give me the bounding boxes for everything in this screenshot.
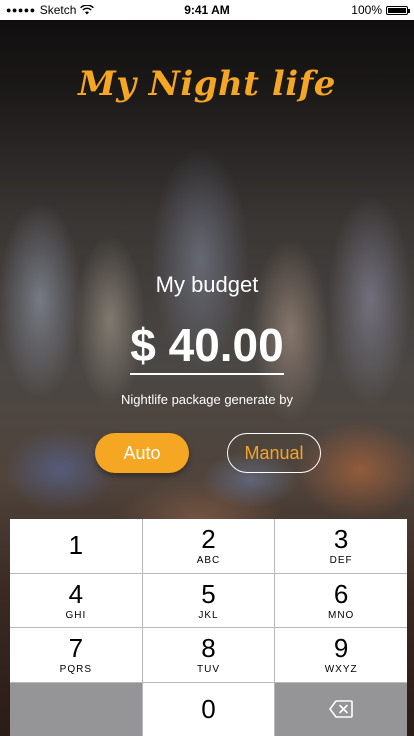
- key-blank: [10, 682, 142, 736]
- backspace-icon: [329, 700, 353, 719]
- key-0[interactable]: 0: [142, 682, 275, 736]
- budget-amount-value: $ 40.00: [130, 319, 284, 375]
- carrier-name: Sketch: [39, 3, 77, 17]
- key-1[interactable]: 1: [10, 519, 142, 573]
- wifi-icon: [80, 5, 95, 15]
- status-bar: ●●●●● Sketch 9:41 AM 100%: [0, 0, 414, 20]
- key-digit: 7: [68, 633, 84, 664]
- key-digit: 3: [333, 524, 349, 555]
- key-digit: 0: [201, 694, 216, 725]
- battery-percent: 100%: [351, 3, 382, 17]
- key-letters: ABC: [196, 555, 221, 567]
- key-digit: 5: [201, 578, 216, 609]
- budget-label: My budget: [155, 272, 259, 297]
- key-digit: 6: [333, 578, 349, 609]
- app-title: My Night life: [78, 64, 336, 104]
- key-6[interactable]: 6 MNO: [275, 573, 407, 627]
- numeric-keypad: 1 2 ABC 3 DEF 4 GHI 5 JKL 6 MNO 7 PQRS 8…: [10, 519, 407, 736]
- key-digit: 1: [68, 529, 84, 560]
- key-letters: PQRS: [59, 664, 92, 676]
- key-letters: WXYZ: [324, 664, 358, 676]
- key-8[interactable]: 8 TUV: [142, 628, 275, 682]
- budget-amount[interactable]: $ 40.00: [0, 318, 414, 375]
- key-7[interactable]: 7 PQRS: [10, 628, 142, 682]
- auto-button[interactable]: Auto: [95, 433, 189, 473]
- key-digit: 2: [201, 524, 216, 555]
- key-5[interactable]: 5 JKL: [142, 573, 275, 627]
- key-4[interactable]: 4 GHI: [10, 573, 142, 627]
- key-2[interactable]: 2 ABC: [142, 519, 275, 573]
- key-digit: 8: [201, 633, 216, 664]
- battery-icon: [386, 5, 410, 15]
- key-letters: MNO: [327, 609, 355, 621]
- key-delete[interactable]: [275, 682, 407, 736]
- key-9[interactable]: 9 WXYZ: [275, 628, 407, 682]
- package-generate-label: Nightlife package generate by: [120, 392, 293, 407]
- status-right: 100%: [268, 3, 410, 17]
- key-letters: DEF: [329, 555, 353, 567]
- key-digit: 4: [68, 578, 84, 609]
- key-digit: 9: [333, 633, 349, 664]
- status-time: 9:41 AM: [184, 3, 230, 17]
- key-letters: TUV: [196, 664, 220, 676]
- status-left: ●●●●● Sketch: [6, 3, 146, 17]
- manual-button[interactable]: Manual: [227, 433, 321, 473]
- key-3[interactable]: 3 DEF: [275, 519, 407, 573]
- key-letters: JKL: [198, 609, 219, 621]
- signal-dots-icon: ●●●●●: [6, 5, 36, 15]
- key-letters: GHI: [65, 609, 87, 621]
